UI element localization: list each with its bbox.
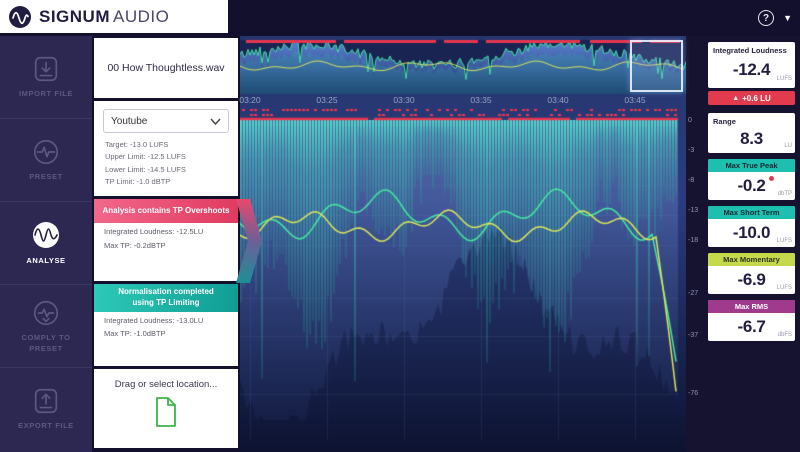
analysis-max-tp: Max TP: -0.2dBTP <box>94 237 238 251</box>
time-label: 03:45 <box>624 95 645 105</box>
brand-name-primary: SIGNUM <box>39 7 110 27</box>
sidebar-item-label: COMPLY TO PRESET <box>7 333 85 354</box>
analysis-result-card: Analysis contains TP Overshoots Integrat… <box>94 199 238 281</box>
sidebar-item-label: PRESET <box>7 172 85 183</box>
normalisation-integrated-loudness: Integrated Loudness: -13.0LU <box>94 312 238 326</box>
metric-unit: LUFS <box>777 76 792 82</box>
metric-value: -6.7 <box>737 317 765 337</box>
preset-target: Target: -13.0 LUFS <box>105 139 229 151</box>
sidebar-item-analyse[interactable]: ANALYSE <box>0 202 92 284</box>
preset-tp-limit: TP Limit: -1.0 dBTP <box>105 176 229 188</box>
metric-label: Max RMS <box>708 300 795 313</box>
time-label: 03:35 <box>470 95 491 105</box>
export-location-label: Drag or select location... <box>115 379 217 390</box>
sidebar-item-preset[interactable]: PRESET <box>0 119 92 201</box>
metric-unit: LUFS <box>777 238 792 244</box>
sidebar-item-export-file[interactable]: EXPORT FILE <box>0 368 92 450</box>
help-icon[interactable]: ? <box>758 10 774 26</box>
preset-upper-limit: Upper Limit: -12.5 LUFS <box>105 151 229 163</box>
loaded-file-card: 00 How Thoughtless.wav <box>94 38 238 98</box>
export-file-icon <box>31 386 61 416</box>
metric-label: Max Momentary <box>708 253 795 266</box>
metric-value: -0.2 <box>737 176 765 196</box>
scale-label: -13 <box>688 207 698 214</box>
sidebar-item-comply-to-preset[interactable]: COMPLY TO PRESET <box>0 285 92 367</box>
integrated-loudness-card: Integrated Loudness -12.4 LUFS <box>708 42 795 88</box>
normalisation-title-line1: Normalisation completed <box>118 287 214 298</box>
range-card: Range 8.3 LU <box>708 113 795 153</box>
metrics-panel: Integrated Loudness -12.4 LUFS ▲ +0.6 LU… <box>703 36 800 452</box>
time-label: 03:20 <box>239 95 260 105</box>
metric-unit: LU <box>784 143 792 149</box>
metric-label: Max True Peak <box>708 159 795 172</box>
delta-value: +0.6 LU <box>742 94 771 103</box>
workflow-cards: 00 How Thoughtless.wav Youtube Target: -… <box>92 36 240 452</box>
metric-value: -12.4 <box>733 60 770 80</box>
scale-label: -8 <box>688 177 694 184</box>
max-short-term-card: Max Short Term -10.0 LUFS <box>708 206 795 247</box>
metric-label: Max Short Term <box>708 206 795 219</box>
document-icon <box>154 397 178 427</box>
metric-unit: dbFS <box>778 332 792 338</box>
preset-details: Target: -13.0 LUFS Upper Limit: -12.5 LU… <box>103 139 229 189</box>
preset-lower-limit: Lower Limit: -14.5 LUFS <box>105 164 229 176</box>
time-label: 03:25 <box>316 95 337 105</box>
analysis-integrated-loudness: Integrated Loudness: -12.5LU <box>94 223 238 237</box>
metric-unit: dbTP <box>778 191 792 197</box>
preset-selected-value: Youtube <box>111 116 147 127</box>
top-bar: SIGNUM AUDIO ? ▼ <box>0 0 800 36</box>
max-momentary-card: Max Momentary -6.9 LUFS <box>708 253 795 294</box>
max-true-peak-card: Max True Peak -0.2 dbTP <box>708 159 795 200</box>
warning-triangle-icon: ▲ <box>732 95 739 102</box>
waveform-area: 03:20 03:25 03:30 03:35 03:40 03:45 <box>240 36 686 452</box>
scale-label: -18 <box>688 237 698 244</box>
metric-value: -6.9 <box>737 270 765 290</box>
scale-label: -76 <box>688 390 698 397</box>
metric-label: Integrated Loudness <box>708 42 795 55</box>
scale-label: -3 <box>688 147 694 154</box>
metric-value: 8.3 <box>740 129 763 149</box>
file-name: 00 How Thoughtless.wav <box>107 62 224 74</box>
logo-icon <box>8 5 32 29</box>
import-file-icon <box>31 54 61 84</box>
max-rms-card: Max RMS -6.7 dbFS <box>708 300 795 341</box>
export-location-card[interactable]: Drag or select location... <box>94 369 238 448</box>
scale-label: -27 <box>688 290 698 297</box>
comply-to-preset-icon <box>31 298 61 328</box>
metric-value: -10.0 <box>733 223 770 243</box>
normalisation-max-tp: Max TP: -1.0dBTP <box>94 325 238 339</box>
sidebar-item-import-file[interactable]: IMPORT FILE <box>0 36 92 118</box>
waveform-canvas[interactable] <box>240 36 686 452</box>
metric-label: Range <box>708 113 795 126</box>
loudness-delta-badge: ▲ +0.6 LU <box>708 91 795 105</box>
overview-selection[interactable] <box>630 40 683 92</box>
analyse-icon <box>30 219 62 251</box>
analysis-title: Analysis contains TP Overshoots <box>94 199 238 223</box>
time-label: 03:40 <box>547 95 568 105</box>
brand-name-secondary: AUDIO <box>113 7 169 27</box>
overshoot-dot <box>769 176 774 181</box>
sidebar-item-label: IMPORT FILE <box>7 89 85 100</box>
app-logo: SIGNUM AUDIO <box>0 0 228 33</box>
scale-label: 0 <box>688 117 692 124</box>
normalisation-title-line2: using TP Limiting <box>133 298 200 309</box>
metric-unit: LUFS <box>777 285 792 291</box>
sidebar-item-label: EXPORT FILE <box>7 421 85 432</box>
preset-icon <box>31 137 61 167</box>
time-label: 03:30 <box>393 95 414 105</box>
normalisation-title: Normalisation completed using TP Limitin… <box>94 284 238 312</box>
sidebar: IMPORT FILE PRESET ANALYSE COMPLY TO PRE… <box>0 36 92 452</box>
topbar-actions: ? ▼ <box>758 0 792 36</box>
sidebar-item-label: ANALYSE <box>7 256 85 267</box>
normalisation-result-card: Normalisation completed using TP Limitin… <box>94 284 238 366</box>
analysis-pointer-arrow <box>236 199 262 283</box>
chevron-down-icon <box>210 118 221 125</box>
loudness-scale: 0 -3 -8 -13 -18 -27 -37 -76 <box>688 36 703 452</box>
preset-select[interactable]: Youtube <box>103 109 229 133</box>
preset-card: Youtube Target: -13.0 LUFS Upper Limit: … <box>94 101 238 196</box>
scale-label: -37 <box>688 332 698 339</box>
menu-dropdown-icon[interactable]: ▼ <box>783 13 792 23</box>
